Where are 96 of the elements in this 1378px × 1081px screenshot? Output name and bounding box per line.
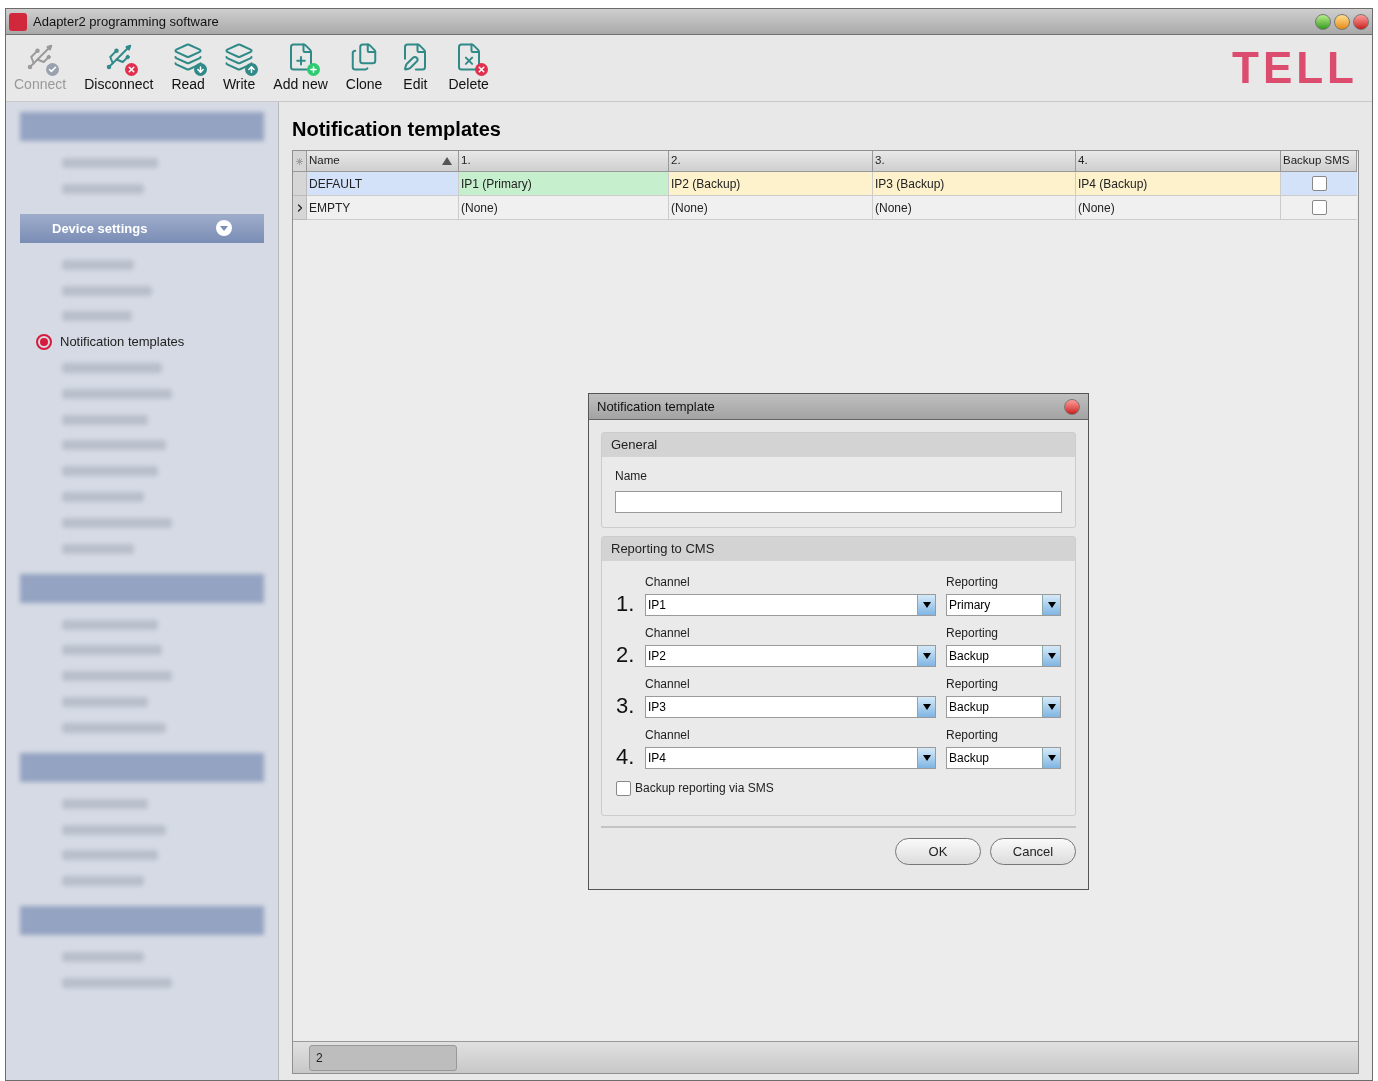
dropdown[interactable]: Backup xyxy=(946,696,1061,718)
blurred-menu-item[interactable] xyxy=(62,671,172,682)
dropdown[interactable]: IP4 xyxy=(645,747,936,769)
table-cell: IP4 (Backup) xyxy=(1076,172,1281,196)
channel-number: 2. xyxy=(616,643,635,667)
toolbar-button[interactable]: Write xyxy=(222,41,256,95)
dropdown[interactable]: Backup xyxy=(946,747,1061,769)
blurred-menu-item[interactable] xyxy=(62,952,144,963)
group-title: General xyxy=(602,433,1075,457)
sidebar-item[interactable]: Notification templates xyxy=(20,337,264,348)
column-header[interactable]: 4. xyxy=(1076,151,1281,172)
asterisk-icon xyxy=(296,157,303,165)
group-title: Reporting to CMS xyxy=(602,537,1075,561)
table-cell: IP3 (Backup) xyxy=(873,172,1076,196)
toolbar-button[interactable]: Read xyxy=(171,41,205,95)
table-cell: (None) xyxy=(459,196,669,220)
field-label: Channel xyxy=(645,574,691,591)
record-count-field: 2 xyxy=(309,1044,457,1071)
column-header[interactable]: Backup SMS xyxy=(1281,151,1357,172)
blurred-menu-item[interactable] xyxy=(62,440,166,451)
blurred-menu-item[interactable] xyxy=(62,543,134,554)
blurred-menu-item[interactable] xyxy=(62,798,148,809)
blurred-menu-item[interactable] xyxy=(62,722,166,733)
field-label: Reporting xyxy=(946,625,1000,642)
table-cell: (None) xyxy=(873,196,1076,220)
column-header[interactable]: Name xyxy=(307,151,459,172)
radio-icon xyxy=(36,334,52,351)
column-header[interactable]: 2. xyxy=(669,151,873,172)
field-label: Reporting xyxy=(946,676,1000,693)
blurred-menu-item[interactable] xyxy=(62,466,158,477)
blurred-menu-item[interactable] xyxy=(62,183,144,194)
table-cell: (None) xyxy=(1076,196,1281,220)
app-icon xyxy=(9,12,27,31)
blurred-section-header[interactable] xyxy=(20,573,264,603)
blurred-menu-item[interactable] xyxy=(62,619,158,630)
blurred-menu-item[interactable] xyxy=(62,977,172,988)
toolbar-button[interactable]: Edit xyxy=(400,41,431,95)
backup-sms-checkbox[interactable]: Backup reporting via SMS xyxy=(616,779,1061,797)
blurred-menu-item[interactable] xyxy=(62,414,148,425)
blurred-menu-item[interactable] xyxy=(62,311,132,322)
blurred-section-header[interactable] xyxy=(20,906,264,936)
row-header[interactable] xyxy=(293,196,307,220)
page-title: Notification templates xyxy=(292,117,502,142)
blurred-menu-item[interactable] xyxy=(62,491,144,502)
blurred-menu-item[interactable] xyxy=(62,285,152,296)
name-field[interactable] xyxy=(615,491,1062,513)
minimize-button[interactable] xyxy=(1334,13,1350,30)
column-header[interactable]: 1. xyxy=(459,151,669,172)
table-cell: IP2 (Backup) xyxy=(669,172,873,196)
checkbox[interactable] xyxy=(1311,176,1327,191)
blurred-menu-item[interactable] xyxy=(62,388,172,399)
dropdown[interactable]: Primary xyxy=(946,594,1061,616)
close-button[interactable] xyxy=(1064,398,1080,415)
blurred-menu-item[interactable] xyxy=(62,363,162,373)
maximize-button[interactable] xyxy=(1315,13,1331,30)
blurred-menu-item[interactable] xyxy=(62,876,144,887)
dialog-button[interactable]: Cancel xyxy=(990,838,1076,865)
toolbar-button[interactable]: Add new xyxy=(273,41,328,95)
toolbar-button[interactable]: Delete xyxy=(448,41,489,95)
close-button[interactable] xyxy=(1353,13,1369,30)
dropdown[interactable]: IP3 xyxy=(645,696,936,718)
channel-number: 1. xyxy=(616,592,635,616)
caret-icon xyxy=(216,220,232,237)
dialog-title: Notification template xyxy=(597,397,716,416)
field-label: Channel xyxy=(645,727,691,744)
field-label: Channel xyxy=(645,625,691,642)
field-label: Reporting xyxy=(946,727,1000,744)
table-corner[interactable] xyxy=(293,151,307,172)
logo: TELL xyxy=(1232,46,1358,90)
table-cell: DEFAULT xyxy=(307,172,459,196)
toolbar-button[interactable]: Disconnect xyxy=(84,41,154,95)
toolbar-button[interactable]: Clone xyxy=(345,41,383,95)
blurred-section-header[interactable] xyxy=(20,752,264,782)
blurred-menu-item[interactable] xyxy=(62,696,148,707)
table-cell: IP1 (Primary) xyxy=(459,172,669,196)
column-header[interactable]: 3. xyxy=(873,151,1076,172)
field-label: Channel xyxy=(645,676,691,693)
blurred-menu-item[interactable] xyxy=(62,645,162,656)
table-cell: EMPTY xyxy=(307,196,459,220)
dialog-button[interactable]: OK xyxy=(895,838,981,865)
blurred-menu-item[interactable] xyxy=(62,850,158,861)
dropdown[interactable]: Backup xyxy=(946,645,1061,667)
window-title: Adapter2 programming software xyxy=(33,12,219,31)
dropdown[interactable]: IP1 xyxy=(645,594,936,616)
blurred-menu-item[interactable] xyxy=(62,517,172,528)
blurred-menu-item[interactable] xyxy=(62,259,134,270)
table-cell: (None) xyxy=(669,196,873,220)
dropdown[interactable]: IP2 xyxy=(645,645,936,667)
checkbox[interactable] xyxy=(1311,200,1327,215)
field-label: Reporting xyxy=(946,574,1000,591)
channel-number: 4. xyxy=(616,745,635,769)
blurred-menu-item[interactable] xyxy=(62,824,166,835)
blurred-menu-item[interactable] xyxy=(62,158,158,168)
channel-number: 3. xyxy=(616,694,635,718)
blurred-section-header[interactable] xyxy=(20,112,264,141)
field-label: Name xyxy=(615,468,648,485)
